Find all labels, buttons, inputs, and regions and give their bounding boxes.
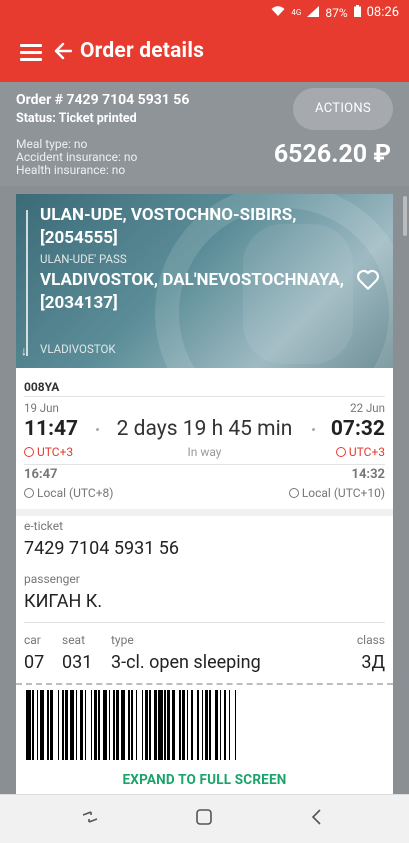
arrival-date: 22 Jun [350,401,385,415]
eticket-value: 7429 7104 5931 56 [24,538,180,559]
divider [24,464,385,465]
ticket-card: ↓ ULAN-UDE, VOSTOCHNO-SIBIRS, [2054555] … [0,194,409,798]
eticket-label: e-ticket [24,519,64,533]
passenger-value: КИГАН К. [24,591,103,612]
status-bar: 4G 87% 08:26 [0,0,409,26]
battery-percent: 87% [325,5,348,20]
departure-date: 19 Jun [24,401,59,415]
wifi-icon [271,5,285,20]
route-header: ↓ ULAN-UDE, VOSTOCHNO-SIBIRS, [2054555] … [16,194,393,368]
scrollbar[interactable] [403,196,407,236]
passenger-label: passenger [24,572,80,586]
page-title: Order details [80,39,205,63]
clock-icon [24,488,34,498]
seat-label: seat [62,633,86,647]
barcode[interactable] [26,690,383,760]
class-label: class [356,633,385,647]
separator-dot [312,428,315,431]
class-value: 3Д [361,652,385,673]
clock-icon [288,488,299,498]
health-insurance: Health insurance: no [16,163,126,177]
order-price: 6526.20 ₽ [273,140,391,169]
back-arrow-icon[interactable] [54,40,73,65]
car-label: car [24,633,41,647]
arrival-subtitle: VLADIVOSTOK [40,342,116,356]
menu-icon[interactable] [20,44,42,62]
perforation-line [16,683,393,685]
arrival-local-zone: Local (UTC+10) [288,486,385,500]
arrival-station: VLADIVOSTOK, DAL'NEVOSTOCHNAYA, [2034137… [40,270,344,313]
meal-type: Meal type: no [16,137,88,151]
arrival-utc: UTC+3 [335,445,385,459]
clock-icon [335,447,346,457]
favorite-heart-icon[interactable] [355,266,381,292]
recent-apps-icon[interactable] [78,807,102,831]
ticket-notch [0,674,10,692]
type-label: type [111,633,134,647]
arrival-local-time: 14:32 [351,467,386,482]
departure-local-zone: Local (UTC+8) [24,486,113,500]
signal-icon [307,5,320,20]
home-icon[interactable] [192,807,216,831]
back-icon[interactable] [306,807,330,831]
accident-insurance: Accident insurance: no [16,150,138,164]
actions-button[interactable]: ACTIONS [293,88,393,130]
departure-local-time: 16:47 [24,467,58,482]
app-bar: Order details [0,26,409,82]
route-arrow-icon: ↓ [21,344,27,358]
battery-icon [353,5,361,20]
car-value: 07 [24,652,45,673]
ticket-notch [399,674,409,692]
arrival-time: 07:32 [330,417,385,441]
network-type: 4G [291,8,302,17]
route-line [26,210,28,356]
train-number: 008YA [24,380,60,394]
departure-subtitle: ULAN-UDE' PASS [40,252,127,266]
seat-value: 031 [62,652,93,673]
section-separator [16,509,393,516]
divider [24,396,385,397]
clock-time: 08:26 [366,5,399,20]
order-status: Status: Ticket printed [16,111,137,126]
type-value: 3-cl. open sleeping [111,652,261,673]
departure-station: ULAN-UDE, VOSTOCHNO-SIBIRS, [2054555] [40,205,297,248]
order-summary: Order # 7429 7104 5931 56 Status: Ticket… [0,82,409,186]
divider [24,622,385,623]
order-number: Order # 7429 7104 5931 56 [16,92,190,108]
expand-full-screen-button[interactable]: EXPAND TO FULL SCREEN [16,772,393,788]
system-nav-bar [0,794,409,843]
